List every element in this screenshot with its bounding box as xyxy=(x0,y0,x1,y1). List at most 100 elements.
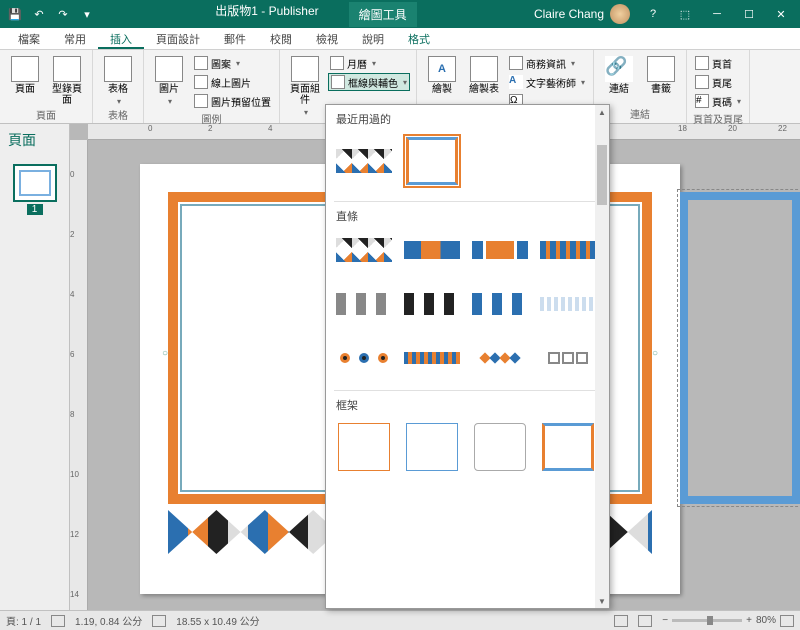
position-icon xyxy=(51,615,65,627)
group-label: 頁面 xyxy=(6,106,86,122)
group-pages: 頁面 型錄頁面 頁面 xyxy=(0,50,93,123)
picture-placeholder-button[interactable]: 圖片預留位置 xyxy=(192,92,273,110)
border-item[interactable] xyxy=(540,286,596,322)
wordart-icon: A xyxy=(509,75,523,89)
user-account[interactable]: Claire Chang xyxy=(534,4,630,24)
tab-format[interactable]: 格式 xyxy=(396,28,442,49)
group-label: 表格 xyxy=(99,106,137,122)
section-frames: 框架 xyxy=(326,391,609,417)
textbox-button[interactable]: A繪製 xyxy=(423,52,461,95)
textbox2-button[interactable]: 繪製表 xyxy=(465,52,503,95)
group-illustrations: 圖片 圖案 線上圖片 圖片預留位置 圖例 xyxy=(144,50,280,123)
undo-button[interactable]: ↶ xyxy=(28,3,50,25)
group-tables: 表格 表格 xyxy=(93,50,144,123)
titlebar: 💾 ↶ ↷ ▾ 出版物1 - Publisher 繪圖工具 Claire Cha… xyxy=(0,0,800,28)
border-item[interactable] xyxy=(472,232,528,268)
tab-pagedesign[interactable]: 頁面設計 xyxy=(144,28,212,49)
table-button[interactable]: 表格 xyxy=(99,52,137,106)
online-pictures-button[interactable]: 線上圖片 xyxy=(192,73,273,91)
bookmark-icon xyxy=(647,56,675,82)
help-button[interactable]: ? xyxy=(638,3,668,25)
view-spread-button[interactable] xyxy=(638,615,652,627)
fit-page-button[interactable] xyxy=(780,615,794,627)
section-lines: 直條 xyxy=(326,202,609,228)
scroll-up-icon[interactable]: ▲ xyxy=(595,105,609,119)
link-icon: 🔗 xyxy=(605,56,633,82)
group-header-footer: 頁首 頁尾 #頁碼 頁首及頁尾 xyxy=(687,50,750,123)
header-button[interactable]: 頁首 xyxy=(693,54,743,72)
business-info-button[interactable]: 商務資訊 xyxy=(507,54,587,72)
close-button[interactable]: ✕ xyxy=(766,3,796,25)
footer-button[interactable]: 頁尾 xyxy=(693,73,743,91)
zoom-out-button[interactable]: − xyxy=(662,615,668,626)
textbox-icon: A xyxy=(428,56,456,82)
calendar-button[interactable]: 月曆 xyxy=(328,54,410,72)
shapes-icon xyxy=(194,56,208,70)
page-parts-button[interactable]: 頁面組件 xyxy=(286,52,324,117)
ribbon-tabs: 檔案 常用 插入 頁面設計 郵件 校閱 檢視 說明 格式 xyxy=(0,28,800,50)
textbox2-icon xyxy=(470,56,498,82)
border-item-triangles[interactable] xyxy=(336,135,392,187)
window-controls: ? ⬚ ─ ☐ ✕ xyxy=(638,3,796,25)
border-item[interactable] xyxy=(472,340,528,376)
online-pic-icon xyxy=(194,75,208,89)
ruler-vertical[interactable]: 02468101214 xyxy=(70,140,88,610)
borders-accents-button[interactable]: 框線與輔色 xyxy=(328,73,410,91)
border-item[interactable] xyxy=(540,232,596,268)
redo-button[interactable]: ↷ xyxy=(52,3,74,25)
page-parts-icon xyxy=(291,56,319,82)
section-recent: 最近用過的 xyxy=(326,105,609,131)
border-item[interactable] xyxy=(336,340,392,376)
tab-home[interactable]: 常用 xyxy=(52,28,98,49)
gallery-scrollbar[interactable]: ▲ ▼ xyxy=(595,105,609,608)
border-item[interactable] xyxy=(404,286,460,322)
tab-help[interactable]: 說明 xyxy=(350,28,396,49)
border-item[interactable] xyxy=(404,232,460,268)
border-item-frame[interactable] xyxy=(336,421,392,473)
shapes-button[interactable]: 圖案 xyxy=(192,54,273,72)
ribbon-options-button[interactable]: ⬚ xyxy=(670,3,700,25)
status-page[interactable]: 頁: 1 / 1 xyxy=(6,613,41,628)
save-button[interactable]: 💾 xyxy=(4,3,26,25)
maximize-button[interactable]: ☐ xyxy=(734,3,764,25)
minimize-button[interactable]: ─ xyxy=(702,3,732,25)
pagenum-icon: # xyxy=(695,94,709,108)
border-item-frame[interactable] xyxy=(472,421,528,473)
tab-view[interactable]: 檢視 xyxy=(304,28,350,49)
borders-icon xyxy=(331,75,345,89)
border-item-frame[interactable] xyxy=(404,421,460,473)
borders-accents-gallery: 最近用過的 直條 框架 ▲ ▼ xyxy=(325,104,610,609)
border-item[interactable] xyxy=(336,232,392,268)
border-item[interactable] xyxy=(472,286,528,322)
picture-button[interactable]: 圖片 xyxy=(150,52,188,106)
user-name: Claire Chang xyxy=(534,7,604,21)
document-title: 出版物1 - Publisher xyxy=(215,2,318,27)
tab-insert[interactable]: 插入 xyxy=(98,28,144,49)
tab-mailings[interactable]: 郵件 xyxy=(212,28,258,49)
tab-file[interactable]: 檔案 xyxy=(6,28,52,49)
border-item[interactable] xyxy=(540,340,596,376)
border-item[interactable] xyxy=(336,286,392,322)
zoom-slider[interactable] xyxy=(672,619,742,622)
status-position: 1.19, 0.84 公分 xyxy=(75,613,142,628)
hyperlink-button[interactable]: 🔗連結 xyxy=(600,52,638,95)
scroll-thumb[interactable] xyxy=(597,145,607,205)
page-button[interactable]: 頁面 xyxy=(6,52,44,95)
zoom-in-button[interactable]: + xyxy=(746,615,752,626)
bookmark-button[interactable]: 書籤 xyxy=(642,52,680,95)
zoom-value[interactable]: 80% xyxy=(756,615,776,626)
page-number-button[interactable]: #頁碼 xyxy=(693,92,743,110)
statusbar: 頁: 1 / 1 1.19, 0.84 公分 18.55 x 10.49 公分 … xyxy=(0,610,800,630)
picture-icon xyxy=(155,56,183,82)
border-item[interactable] xyxy=(404,340,460,376)
border-item-frame-selected[interactable] xyxy=(404,135,460,187)
catalog-pages-button[interactable]: 型錄頁面 xyxy=(48,52,86,106)
tab-review[interactable]: 校閱 xyxy=(258,28,304,49)
shape-border-blue[interactable] xyxy=(680,192,800,504)
page-thumbnail[interactable]: 1 xyxy=(13,164,57,215)
scroll-down-icon[interactable]: ▼ xyxy=(595,594,609,608)
qat-more-button[interactable]: ▾ xyxy=(76,3,98,25)
wordart-button[interactable]: A文字藝術師 xyxy=(507,73,587,91)
view-single-button[interactable] xyxy=(614,615,628,627)
border-item-frame[interactable] xyxy=(540,421,596,473)
